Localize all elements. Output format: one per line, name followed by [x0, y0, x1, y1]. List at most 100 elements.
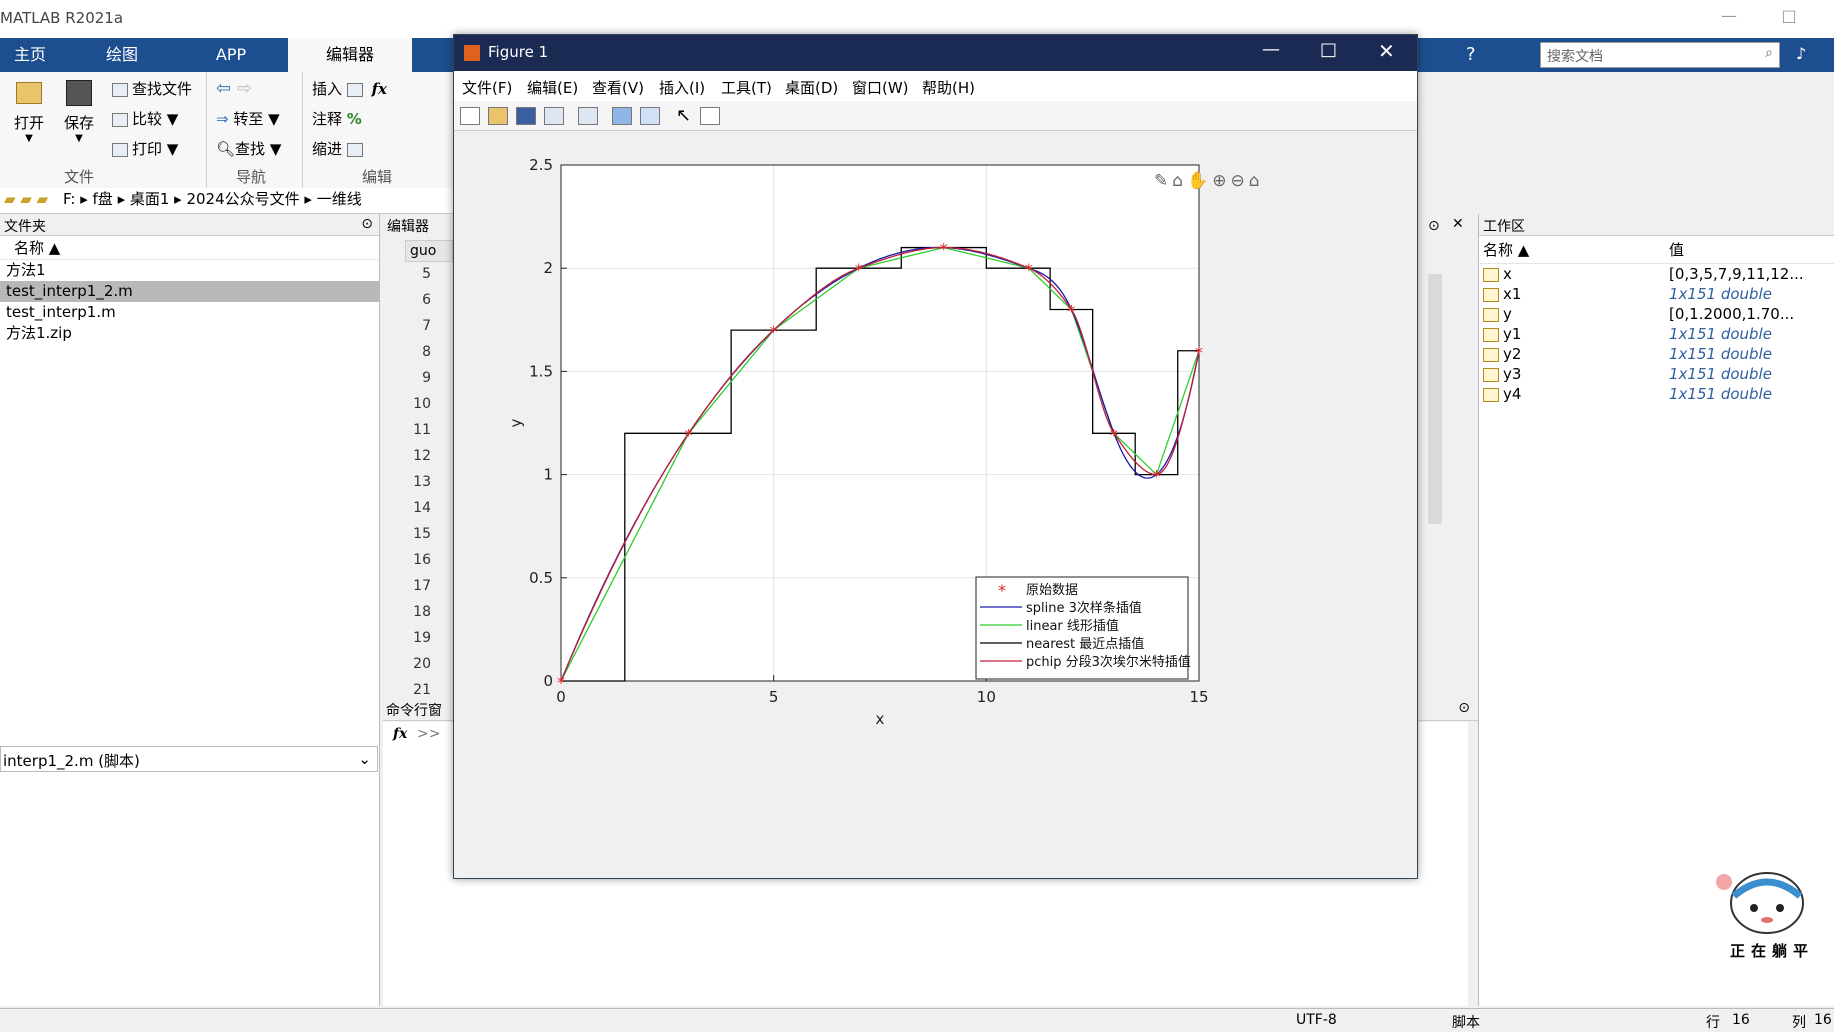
vertical-scrollbar[interactable]: [1428, 274, 1442, 524]
indent-label: 缩进: [312, 140, 343, 158]
back-arrow-icon[interactable]: ⇦ ⇨: [216, 78, 252, 99]
save-button[interactable]: 保存 ▼: [64, 80, 94, 144]
maximize-icon[interactable]: □: [1320, 39, 1337, 60]
tab-apps[interactable]: APP: [196, 38, 266, 72]
bell-icon[interactable]: ♪: [1796, 44, 1806, 63]
x-tick-label: 5: [769, 688, 779, 706]
brush-icon[interactable]: ✎: [1154, 171, 1172, 191]
plot-svg[interactable]: 0 5 10 1500.511.522.5xy*********** 原始数据splin…: [454, 131, 1417, 878]
variable-icon: [1483, 287, 1499, 302]
panel-options-icon[interactable]: ⊙: [1458, 700, 1470, 716]
help-icon[interactable]: ?: [1466, 44, 1476, 65]
y-tick-label: 1.5: [529, 362, 553, 380]
ws-var-name-text: y3: [1503, 365, 1522, 383]
folder-icon: [16, 82, 42, 104]
workspace-row[interactable]: y3 1x151 double: [1479, 364, 1834, 384]
data-point-marker: *: [685, 425, 693, 444]
property-editor-icon[interactable]: [700, 107, 720, 125]
menu-insert[interactable]: 插入(I): [659, 77, 705, 98]
path-breadcrumb: F: ▸ f盘 ▸ 桌面1 ▸ 2024公众号文件 ▸ 一维线: [62, 190, 362, 208]
editor-file-tab[interactable]: guo: [405, 240, 453, 262]
menu-file[interactable]: 文件(F): [462, 77, 512, 98]
home-icon[interactable]: ⌂: [1249, 171, 1264, 191]
pointer-icon[interactable]: ↖: [676, 105, 691, 126]
menu-desktop[interactable]: 桌面(D): [785, 77, 838, 98]
folder-nav-icon: ▰ ▰ ▰: [4, 190, 49, 208]
encoding-status: UTF-8: [1296, 1012, 1337, 1028]
save-figure-icon[interactable]: [516, 107, 536, 125]
search-icon[interactable]: ⌕: [1765, 45, 1773, 61]
ws-value-header[interactable]: 值: [1669, 236, 1684, 264]
line-number: 16: [413, 552, 431, 568]
menu-view[interactable]: 查看(V): [592, 77, 644, 98]
close-icon[interactable]: ✕: [1378, 39, 1395, 63]
fx-icon[interactable]: fx: [393, 726, 407, 742]
file-row[interactable]: test_interp1.m: [0, 302, 379, 323]
editor-panel: 编辑器 guo 5 6 7 8 9 10 11 12 13 14 15 16 17 18 19 20 21: [383, 214, 453, 698]
line-number: 13: [413, 474, 431, 490]
menu-window[interactable]: 窗口(W): [852, 77, 909, 98]
ws-name-header[interactable]: 名称 ▲: [1483, 236, 1529, 264]
ws-var-name: y: [1483, 304, 1512, 324]
ws-var-name-text: y2: [1503, 345, 1522, 363]
current-folder-panel: 文件夹 ⊙ 名称 ▲ 方法1 test_interp1_2.m test_int…: [0, 214, 380, 1006]
minimize-icon[interactable]: —: [1262, 39, 1280, 60]
indent-button[interactable]: 缩进: [312, 138, 367, 159]
workspace-row[interactable]: y4 1x151 double: [1479, 384, 1834, 404]
datatip-icon[interactable]: ⌂: [1172, 171, 1187, 191]
open-button[interactable]: 打开 ▼: [14, 82, 44, 144]
tab-editor[interactable]: 编辑器: [288, 38, 412, 72]
link-plot-icon[interactable]: [578, 107, 598, 125]
panel-options-icon[interactable]: ⊙: [1428, 218, 1440, 234]
workspace-row[interactable]: x1 1x151 double: [1479, 284, 1834, 304]
tab-plots[interactable]: 绘图: [84, 38, 160, 72]
mascot-caption: 正在躺平: [1730, 942, 1815, 960]
ws-var-name-text: y: [1503, 305, 1512, 323]
menu-help[interactable]: 帮助(H): [922, 77, 975, 98]
panel-options-icon[interactable]: ⊙: [361, 216, 373, 232]
insert-icon: [346, 82, 363, 97]
tab-home[interactable]: 主页: [0, 38, 60, 72]
pan-icon[interactable]: ✋: [1187, 171, 1212, 191]
insert-button[interactable]: 插入 fx: [312, 78, 387, 99]
file-row[interactable]: 方法1: [0, 260, 379, 281]
close-icon[interactable]: ✕: [1452, 216, 1464, 232]
chevron-down-icon[interactable]: ⌄: [358, 750, 371, 768]
line-number: 12: [413, 448, 431, 464]
find-button[interactable]: 🔍︎查找 ▼: [216, 138, 281, 159]
compare-button[interactable]: 比较 ▼: [112, 108, 178, 129]
search-docs-input[interactable]: 搜索文档 ⌕: [1540, 42, 1780, 68]
print-button[interactable]: 打印 ▼: [112, 138, 178, 159]
legend-icon[interactable]: [640, 107, 660, 125]
line-number: 5: [422, 266, 431, 282]
col-value: 16: [1814, 1012, 1832, 1028]
zoom-out-icon[interactable]: ⊖: [1230, 171, 1248, 191]
data-point-marker: *: [1025, 260, 1033, 279]
file-row-selected[interactable]: test_interp1_2.m: [0, 281, 379, 302]
new-figure-icon[interactable]: [460, 107, 480, 125]
ws-var-name: y3: [1483, 364, 1521, 384]
minimize-button[interactable]: —: [1714, 6, 1744, 30]
menu-edit[interactable]: 编辑(E): [527, 77, 578, 98]
file-details-bar[interactable]: interp1_2.m (脚本) ⌄: [0, 746, 378, 772]
workspace-row[interactable]: y1 1x151 double: [1479, 324, 1834, 344]
find-icon: 🔍︎: [216, 140, 236, 158]
comment-button[interactable]: 注释 %: [312, 108, 362, 129]
address-bar[interactable]: ▰ ▰ ▰ F: ▸ f盘 ▸ 桌面1 ▸ 2024公众号文件 ▸ 一维线: [0, 188, 460, 214]
zoom-in-icon[interactable]: ⊕: [1212, 171, 1230, 191]
maximize-button[interactable]: □: [1774, 6, 1804, 30]
find-files-button[interactable]: 查找文件: [112, 78, 192, 99]
workspace-row[interactable]: y [0,1.2000,1.70...: [1479, 304, 1834, 324]
file-row[interactable]: 方法1.zip: [0, 323, 379, 344]
open-label: 打开: [14, 114, 45, 132]
menu-tools[interactable]: 工具(T): [721, 77, 772, 98]
name-column-header[interactable]: 名称 ▲: [0, 236, 379, 260]
open-file-icon[interactable]: [488, 107, 508, 125]
workspace-row[interactable]: x [0,3,5,7,9,11,12...: [1479, 264, 1834, 284]
row-label: 行: [1706, 1015, 1720, 1031]
workspace-row[interactable]: y2 1x151 double: [1479, 344, 1834, 364]
goto-button[interactable]: ⇒ 转至 ▼: [216, 108, 280, 129]
print-figure-icon[interactable]: [544, 107, 564, 125]
app-title: MATLAB R2021a: [0, 9, 124, 27]
colorbar-icon[interactable]: [612, 107, 632, 125]
